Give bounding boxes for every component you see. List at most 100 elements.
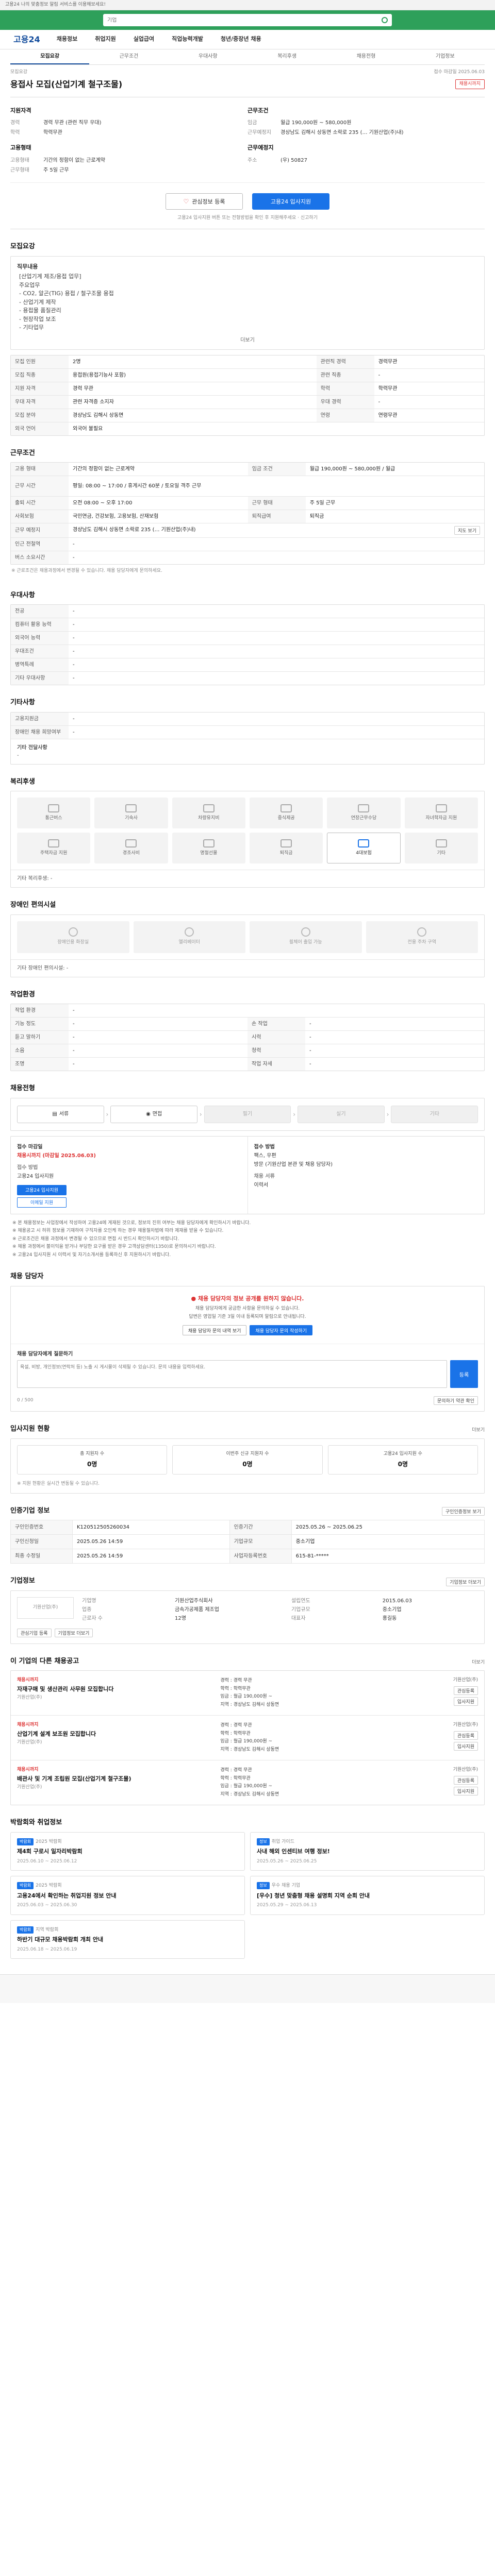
job-title[interactable]: 산업기계 설계 보조원 모집합니다 xyxy=(17,1730,214,1739)
summary-row: 근무형태 주 5일 근무 xyxy=(10,165,248,175)
search-box[interactable] xyxy=(103,14,392,26)
news-tag: 박람회 xyxy=(17,1926,34,1934)
apply-button[interactable]: 고용24 입사지원 xyxy=(252,193,329,210)
list-item[interactable]: 채용시까지 산업기계 설계 보조원 모집합니다 기원산업(주) 경력 : 경력 … xyxy=(11,1715,484,1760)
gnb-item-support[interactable]: 취업지원 xyxy=(95,35,116,44)
summary-value: 주 5일 근무 xyxy=(43,167,69,173)
list-item[interactable]: 채용시까지 배관사 및 기계 조립원 모집(산업기계 철구조물) 기원산업(주)… xyxy=(11,1760,484,1805)
row-key: 출퇴 시간 xyxy=(11,496,69,510)
gnb-item-benefit[interactable]: 실업급여 xyxy=(134,35,154,44)
news-card[interactable]: 박람회 지역 박람회 하반기 대규모 채용박람회 개최 안내 2025.06.18… xyxy=(10,1920,245,1959)
section-title-jobinfo: 인증기업 정보 xyxy=(10,1506,50,1515)
row-value-cell: 경상남도 김해시 상동면 소락로 235 (… 기원산업(주)내) 지도 보기 xyxy=(69,523,484,538)
row-value: 외국어 불필요 xyxy=(69,421,484,435)
apply-online-button[interactable]: 고용24 입사지원 xyxy=(17,1184,67,1195)
inquiry-top: ● 채용 담당자의 정보 공개를 원하지 않습니다. 채용 담당자에게 궁금한 … xyxy=(11,1286,484,1344)
job-apply-button[interactable]: 입사지원 xyxy=(453,1741,478,1751)
company-logo: 기원산업(주) xyxy=(17,1597,74,1619)
summary-head: 근무조건 xyxy=(248,107,269,114)
row-key: 근무 형태 xyxy=(248,496,306,510)
row-key: 조명 xyxy=(11,1057,69,1071)
summary-value: 경상남도 김해시 상동면 소락로 235 (… 기원산업(주)내) xyxy=(280,130,404,135)
welfare-item: 중식제공 xyxy=(249,798,323,828)
inquiry-history-button[interactable]: 채용 담당자 문의 내역 보기 xyxy=(182,1325,247,1335)
job-actions: 기원산업(주) 관심등록 입사지원 xyxy=(406,1677,478,1709)
row-key: 전공 xyxy=(11,605,69,618)
row-value: 경력 무관 xyxy=(69,381,317,395)
etc-extra-head: 기타 전달사항 xyxy=(17,744,47,751)
etc-table: 고용지원금 - 장애인 채용 희망여부 - xyxy=(11,712,484,739)
inquiry-terms-button[interactable]: 문의하기 약관 확인 xyxy=(434,1396,478,1405)
stats-more-link[interactable]: 더보기 xyxy=(472,1427,485,1434)
tab-prefer[interactable]: 우대사항 xyxy=(169,49,248,64)
news-title[interactable]: [우수] 청년 맞춤형 채용 설명회 지역 순회 안내 xyxy=(257,1892,478,1901)
apply-right: 접수 방법 팩스, 우편 방문 (기원산업 본관 및 채용 담당자) 채용 서류… xyxy=(247,1136,485,1214)
person-icon: ◉ xyxy=(146,1111,151,1117)
news-title[interactable]: 하반기 대규모 채용박람회 개최 안내 xyxy=(17,1936,238,1944)
job-save-button[interactable]: 관심등록 xyxy=(453,1731,478,1740)
company-field-value: 금속가공제품 제조업 xyxy=(174,1606,219,1613)
news-tag: 정보 xyxy=(257,1882,270,1889)
summary-value: 경력 무관 (관련 직무 우대) xyxy=(43,120,102,126)
step-label: 필기 xyxy=(242,1111,253,1117)
job-apply-button[interactable]: 입사지원 xyxy=(453,1697,478,1706)
search-icon[interactable] xyxy=(382,17,388,23)
save-interest-button[interactable]: ♡ 관심정보 등록 xyxy=(166,193,243,210)
company-interest-button[interactable]: 관심기업 등록 xyxy=(17,1628,52,1637)
news-date: 2025.05.29 ~ 2025.06.13 xyxy=(257,1903,317,1908)
apply-email-button[interactable]: 이메일 지원 xyxy=(17,1197,67,1208)
news-card[interactable]: 박람회 2025 박람회 고용24에서 확인하는 취업지원 정보 안내 2025.… xyxy=(10,1876,245,1915)
tab-recruit[interactable]: 모집요강 xyxy=(10,49,90,64)
section-title-etc: 기타사항 xyxy=(10,699,35,706)
document-icon: ▤ xyxy=(52,1111,57,1117)
gnb-item-jobs[interactable]: 채용정보 xyxy=(57,35,77,44)
job-apply-button[interactable]: 입사지원 xyxy=(453,1786,478,1795)
gnb-item-training[interactable]: 직업능력개발 xyxy=(172,35,203,44)
recruit-box: 직무내용 [산업기계 제조/용접 업무] 주요업무 - CO2, 알곤(TIG)… xyxy=(10,256,485,350)
related-more-link[interactable]: 더보기 xyxy=(472,1659,485,1667)
row-value: - xyxy=(69,1057,248,1071)
news-card[interactable]: 정보 우수 채용 기업 [우수] 청년 맞춤형 채용 설명회 지역 순회 안내 2… xyxy=(250,1876,485,1915)
tab-process[interactable]: 채용전형 xyxy=(326,49,405,64)
table-row: 전공 - xyxy=(11,605,484,618)
list-item[interactable]: 채용시까지 자재구매 및 생산관리 사무원 모집합니다 기원산업(주) 경력 :… xyxy=(11,1671,484,1715)
top-notice: 고용24 나의 맞춤정보 알림 서비스를 이용해보세요! xyxy=(0,0,495,10)
site-logo[interactable]: 고용24 xyxy=(13,33,40,46)
job-save-button[interactable]: 관심등록 xyxy=(453,1686,478,1695)
tab-company[interactable]: 기업정보 xyxy=(406,49,485,64)
job-save-button[interactable]: 관심등록 xyxy=(453,1775,478,1785)
summary-key: 임금 xyxy=(248,120,257,126)
company-detail-button[interactable]: 기업정보 더보기 xyxy=(54,1628,93,1637)
duties-more-button[interactable]: 더보기 xyxy=(17,332,478,344)
job-title[interactable]: 자재구매 및 생산관리 사무원 모집합니다 xyxy=(17,1685,214,1694)
news-source: 2025 박람회 xyxy=(36,1883,62,1888)
gift-icon xyxy=(203,839,214,848)
map-button[interactable]: 지도 보기 xyxy=(454,526,480,535)
news-title[interactable]: 사내 해외 인센티브 여행 정보! xyxy=(257,1848,478,1856)
inquiry-submit-button[interactable]: 등록 xyxy=(450,1360,478,1388)
company-more-button[interactable]: 기업정보 더보기 xyxy=(446,1577,485,1586)
inquiry-textarea[interactable] xyxy=(17,1360,447,1388)
process-steps: ▤ 서류 › ◉ 면접 › 필기 › 실기 › 기타 xyxy=(11,1098,484,1130)
gnb-item-youth[interactable]: 청년/중장년 채용 xyxy=(221,35,261,44)
jobinfo-more-button[interactable]: 구인인증정보 보기 xyxy=(441,1507,485,1516)
search-input[interactable] xyxy=(107,17,382,23)
tab-welfare[interactable]: 복리후생 xyxy=(248,49,326,64)
welfare-item: 기타 xyxy=(404,833,478,863)
job-title[interactable]: 배관사 및 기계 조립원 모집(산업기계 철구조물) xyxy=(17,1775,214,1784)
news-card[interactable]: 박람회 2025 박람회 제4회 구로시 일자리박람회 2025.06.10 ~ … xyxy=(10,1832,245,1871)
disability-label: 휠체어 출입 가능 xyxy=(289,940,322,945)
tab-work[interactable]: 근무조건 xyxy=(89,49,168,64)
graduation-icon xyxy=(435,804,447,812)
row-value: 2025.05.26 ~ 2025.06.25 xyxy=(291,1520,485,1535)
alert-icon: ● xyxy=(191,1295,198,1302)
news-title[interactable]: 제4회 구로시 일자리박람회 xyxy=(17,1848,238,1856)
bullet-line: ※ 채용 과정에서 불이익을 받거나 부당한 요구를 받은 경우 고객상담센터(… xyxy=(12,1244,216,1249)
disability-box: 장애인용 화장실 엘리베이터 휠체어 출입 가능 전용 주차 구역 기타 장애인… xyxy=(10,914,485,977)
inquiry-write-button[interactable]: 채용 담당자 문의 작성하기 xyxy=(250,1325,313,1335)
summary-value: (우) 50827 xyxy=(280,157,307,163)
duty-line: [산업기계 제조/용접 업무] xyxy=(19,273,81,280)
duty-line: - CO2, 알곤(TIG) 용접 / 철구조물 용접 xyxy=(19,290,114,297)
news-card[interactable]: 정보 취업 가이드 사내 해외 인센티브 여행 정보! 2025.05.26 ~ … xyxy=(250,1832,485,1871)
news-title[interactable]: 고용24에서 확인하는 취업지원 정보 안내 xyxy=(17,1892,238,1901)
